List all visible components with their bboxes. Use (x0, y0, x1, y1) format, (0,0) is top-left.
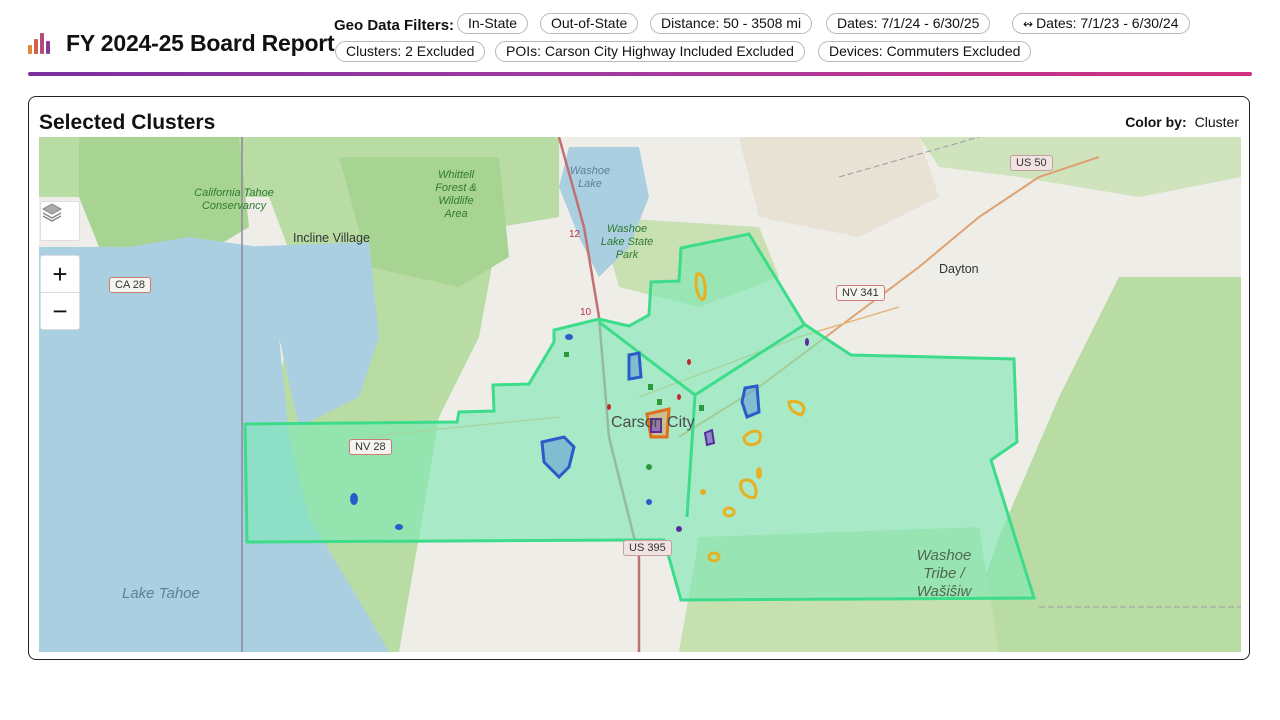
color-by-label: Color by: (1125, 114, 1187, 130)
cluster-yellow-5[interactable] (756, 467, 762, 479)
label-carson-city: Carson City (611, 414, 695, 431)
cluster-red-1[interactable] (677, 394, 681, 400)
filter-pill-dates-compare-label: Dates: 7/1/23 - 6/30/24 (1036, 15, 1179, 31)
header-accent-bar (28, 72, 1252, 76)
label-lake-tahoe: Lake Tahoe (122, 585, 200, 602)
cluster-yellow-8[interactable] (700, 489, 706, 495)
label-california-tahoe-conservancy: California Tahoe Conservancy (194, 187, 274, 212)
cluster-green-1[interactable] (648, 384, 653, 390)
link-icon: ↭ (1023, 17, 1034, 31)
map-canvas[interactable] (39, 137, 1241, 652)
cluster-green-2[interactable] (657, 399, 662, 405)
cluster-purple-2[interactable] (703, 428, 716, 447)
card-title: Selected Clusters (39, 111, 216, 134)
cluster-green-5[interactable] (646, 464, 652, 470)
label-incline-village: Incline Village (293, 231, 370, 245)
cluster-green-4[interactable] (564, 352, 569, 357)
layers-button[interactable] (40, 201, 80, 241)
shield-nv-28: NV 28 (349, 439, 392, 455)
label-washoe-tribe: Washoe Tribe / Wašiŝiw (916, 547, 972, 600)
zoom-in-button[interactable]: + (40, 255, 80, 293)
shield-us-50: US 50 (1010, 155, 1053, 171)
selected-clusters-card: Selected Clusters Color by: Cluster + − … (28, 96, 1250, 660)
page-title: FY 2024-25 Board Report (66, 29, 335, 56)
filter-pill-distance[interactable]: Distance: 50 - 3508 mi (650, 13, 813, 34)
filter-pill-clusters[interactable]: Clusters: 2 Excluded (335, 41, 486, 62)
filter-pill-in-state[interactable]: In-State (457, 13, 529, 34)
label-whittell-forest: Whittell Forest & Wildlife Area (435, 169, 477, 220)
brand: FY 2024-25 Board Report (28, 28, 335, 58)
cluster-red-2[interactable] (607, 404, 611, 410)
cluster-green-3[interactable] (699, 405, 704, 411)
cluster-blue-3[interactable] (740, 384, 761, 420)
cluster-blue-6[interactable] (565, 334, 573, 340)
color-by-selector[interactable]: Color by: Cluster (1125, 114, 1239, 130)
cluster-blue-4[interactable] (350, 493, 358, 505)
color-by-value: Cluster (1194, 114, 1239, 130)
cluster-purple-4[interactable] (676, 526, 682, 532)
filter-pill-devices[interactable]: Devices: Commuters Excluded (818, 41, 1032, 62)
filter-pill-out-of-state[interactable]: Out-of-State (540, 13, 639, 34)
label-dayton: Dayton (939, 262, 979, 276)
cluster-blue-7[interactable] (646, 499, 652, 505)
shield-ca-28: CA 28 (109, 277, 151, 293)
zoom-out-button[interactable]: − (40, 292, 80, 330)
filter-pill-pois[interactable]: POIs: Carson City Highway Included Exclu… (495, 41, 805, 62)
label-route-12: 12 (569, 229, 581, 240)
map-view[interactable]: + − Incline Village CA 28 NV 28 NV 341 U… (39, 137, 1241, 652)
shield-nv-341: NV 341 (836, 285, 885, 301)
cluster-purple-3[interactable] (805, 338, 809, 346)
geo-filters-label: Geo Data Filters: (334, 17, 455, 34)
cluster-blue-5[interactable] (395, 524, 403, 530)
filter-pill-dates-compare[interactable]: ↭ Dates: 7/1/23 - 6/30/24 (1012, 13, 1190, 34)
cluster-blue-2[interactable] (627, 351, 643, 381)
label-washoe-lake: Washoe Lake (569, 165, 611, 190)
filter-pill-dates-current[interactable]: Dates: 7/1/24 - 6/30/25 (826, 13, 991, 34)
label-washoe-lake-state-park: Washoe Lake State Park (600, 223, 654, 261)
cluster-red-3[interactable] (687, 359, 691, 365)
label-route-10: 10 (580, 307, 592, 318)
bar-chart-icon (28, 32, 56, 54)
shield-us-395: US 395 (623, 540, 672, 556)
